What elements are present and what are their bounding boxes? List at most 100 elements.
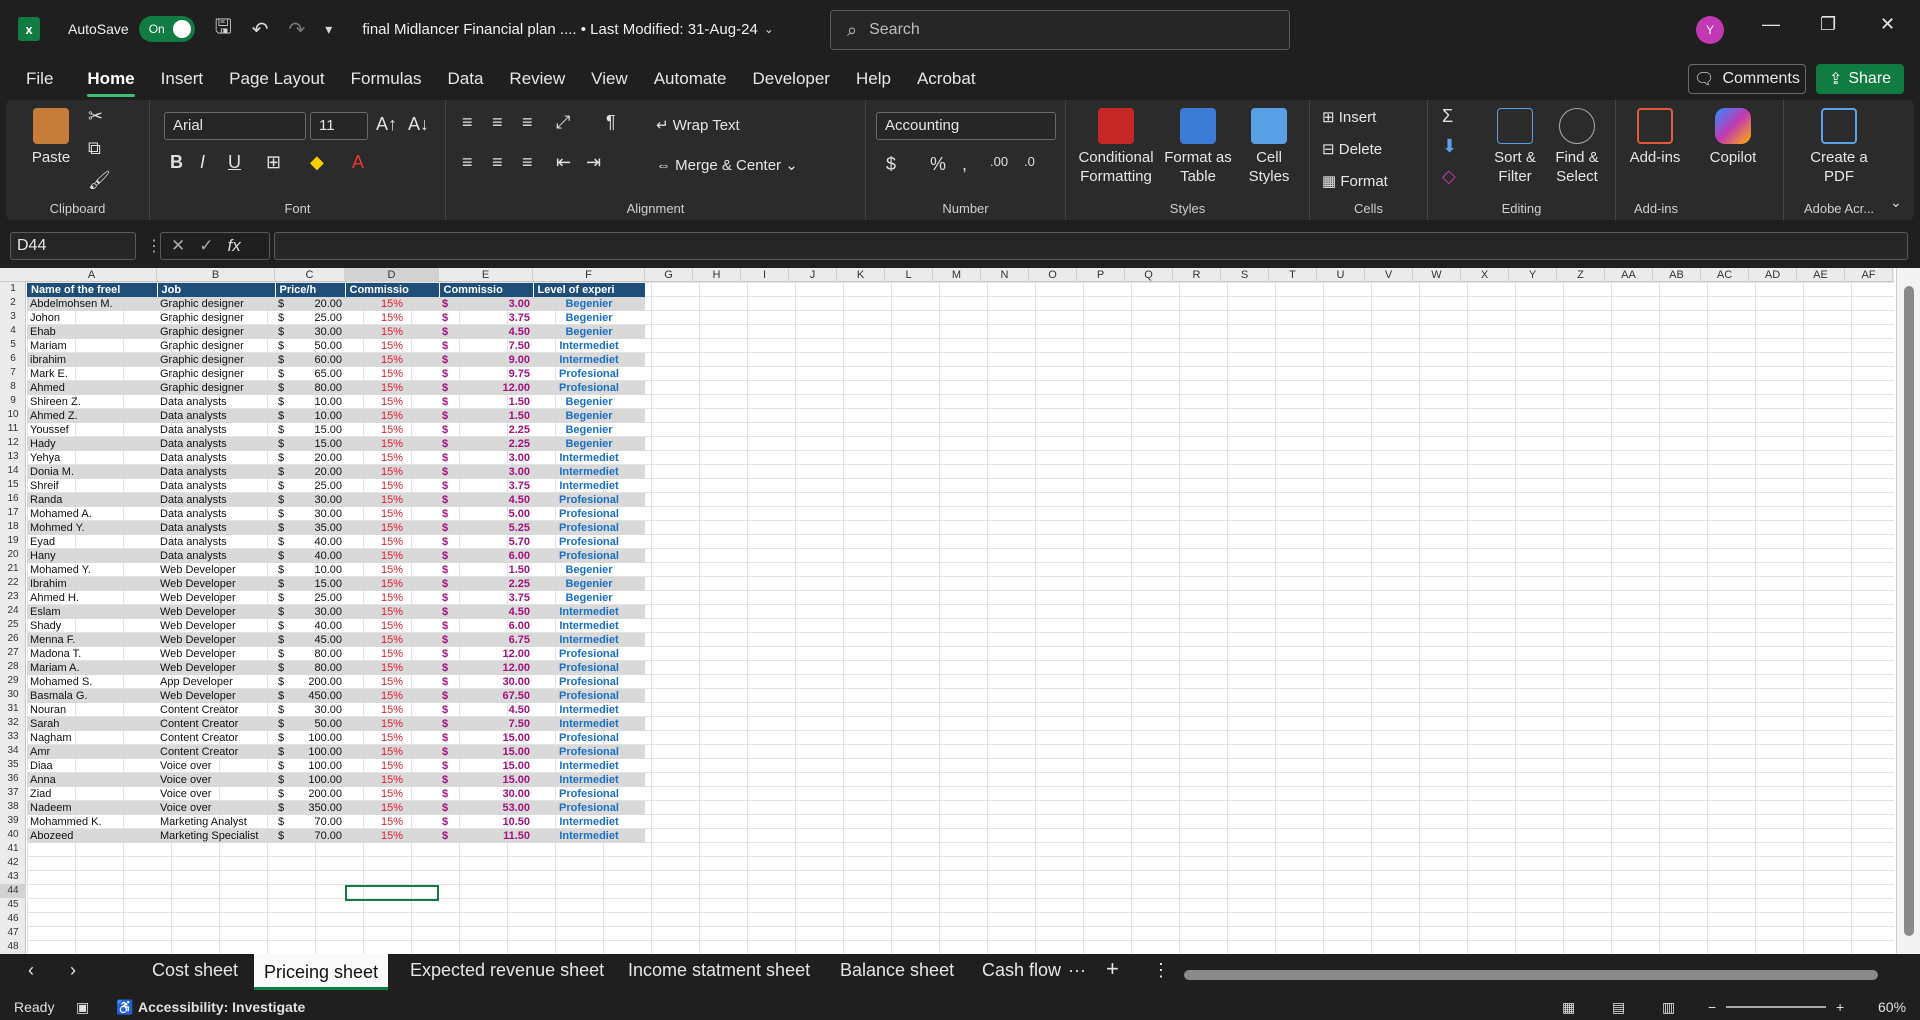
page-break-view-icon[interactable]: ▥ — [1662, 999, 1675, 1016]
insert-cells-button[interactable]: ⊞ Insert — [1322, 108, 1376, 127]
tab-expected-revenue-sheet[interactable]: Expected revenue sheet — [410, 960, 604, 981]
cell-level[interactable]: Profesional — [533, 661, 645, 675]
header-level[interactable]: Level of experi — [533, 283, 646, 297]
table-row[interactable]: Eslam Web Developer $30.00 15% $4.50 Intermed… — [27, 605, 645, 619]
format-cells-button[interactable]: ▦ Format — [1322, 172, 1388, 191]
cell-name[interactable]: Basmala G. — [27, 689, 157, 703]
cell-job[interactable]: Web Developer — [157, 591, 275, 605]
cell-name[interactable]: Youssef — [27, 423, 157, 437]
cell-job[interactable]: Data analysts — [157, 493, 275, 507]
cell-commission[interactable]: $5.70 — [439, 535, 533, 549]
cell-job[interactable]: Web Developer — [157, 605, 275, 619]
cell-price[interactable]: $40.00 — [275, 619, 345, 633]
comma-style-icon[interactable]: , — [962, 154, 967, 175]
table-row[interactable]: Ibrahim Web Developer $15.00 15% $2.25 Begeni… — [27, 577, 645, 591]
cell-job[interactable]: Voice over — [157, 773, 275, 787]
cell-commission-rate[interactable]: 15% — [345, 507, 439, 521]
tab-home[interactable]: Home — [87, 69, 135, 97]
row-header[interactable]: 29 — [0, 674, 26, 688]
cell-level[interactable]: Profesional — [533, 801, 645, 815]
cell-job[interactable]: Web Developer — [157, 619, 275, 633]
cell-job[interactable]: Graphic designer — [157, 367, 275, 381]
cell-job[interactable]: Web Developer — [157, 577, 275, 591]
cell-name[interactable]: Hady — [27, 437, 157, 451]
row-header[interactable]: 14 — [0, 464, 26, 478]
cell-name[interactable]: Shireen Z. — [27, 395, 157, 409]
cell-commission[interactable]: $5.25 — [439, 521, 533, 535]
cell-level[interactable]: Begenier — [533, 409, 645, 423]
cell-commission-rate[interactable]: 15% — [345, 465, 439, 479]
cell-price[interactable]: $100.00 — [275, 759, 345, 773]
table-row[interactable]: ibrahim Graphic designer $60.00 15% $9.00 Int… — [27, 353, 645, 367]
cell-commission[interactable]: $9.75 — [439, 367, 533, 381]
customize-toolbar-icon[interactable]: ▾ — [325, 21, 332, 38]
cell-name[interactable]: Mohamed A. — [27, 507, 157, 521]
cell-commission-rate[interactable]: 15% — [345, 535, 439, 549]
chevron-down-icon[interactable]: ⌄ — [764, 22, 774, 36]
tab-balance-sheet[interactable]: Balance sheet — [840, 960, 954, 981]
cell-name[interactable]: Eslam — [27, 605, 157, 619]
cell-level[interactable]: Intermediet — [533, 451, 645, 465]
cell-level[interactable]: Intermediet — [533, 829, 645, 843]
delete-cells-button[interactable]: ⊟ Delete — [1322, 140, 1382, 159]
cell-commission-rate[interactable]: 15% — [345, 633, 439, 647]
row-header[interactable]: 17 — [0, 506, 26, 520]
cell-name[interactable]: Mariam — [27, 339, 157, 353]
cell-commission[interactable]: $3.00 — [439, 297, 533, 311]
cell-price[interactable]: $80.00 — [275, 647, 345, 661]
cell-level[interactable]: Intermediet — [533, 479, 645, 493]
column-header[interactable]: X — [1461, 268, 1509, 282]
cell-price[interactable]: $30.00 — [275, 493, 345, 507]
cell-name[interactable]: Ahmed Z. — [27, 409, 157, 423]
header-commission[interactable]: Commissio — [439, 283, 534, 297]
column-header[interactable]: Y — [1509, 268, 1557, 282]
restore-icon[interactable]: ❐ — [1820, 14, 1836, 35]
cell-price[interactable]: $100.00 — [275, 731, 345, 745]
cell-commission[interactable]: $3.75 — [439, 591, 533, 605]
active-cell[interactable] — [345, 885, 439, 901]
table-row[interactable]: Anna Voice over $100.00 15% $15.00 Intermedie… — [27, 773, 645, 787]
cell-commission-rate[interactable]: 15% — [345, 367, 439, 381]
cell-level[interactable]: Profesional — [533, 381, 645, 395]
cell-commission[interactable]: $30.00 — [439, 675, 533, 689]
cell-level[interactable]: Intermediet — [533, 465, 645, 479]
cell-commission[interactable]: $67.50 — [439, 689, 533, 703]
cell-level[interactable]: Profesional — [533, 507, 645, 521]
zoom-in-icon[interactable]: + — [1836, 999, 1844, 1015]
cell-level[interactable]: Profesional — [533, 493, 645, 507]
cell-commission[interactable]: $53.00 — [439, 801, 533, 815]
header-commission-rate[interactable]: Commissio — [345, 283, 440, 297]
row-header[interactable]: 15 — [0, 478, 26, 492]
cell-job[interactable]: App Developer — [157, 675, 275, 689]
cell-commission-rate[interactable]: 15% — [345, 353, 439, 367]
column-header[interactable]: M — [933, 268, 981, 282]
table-row[interactable]: Shady Web Developer $40.00 15% $6.00 Intermed… — [27, 619, 645, 633]
cell-commission-rate[interactable]: 15% — [345, 409, 439, 423]
row-header[interactable]: 2 — [0, 296, 26, 310]
row-header[interactable]: 12 — [0, 436, 26, 450]
column-header[interactable]: B — [157, 268, 275, 282]
cell-commission-rate[interactable]: 15% — [345, 787, 439, 801]
cell-name[interactable]: Mohmed Y. — [27, 521, 157, 535]
cell-commission-rate[interactable]: 15% — [345, 325, 439, 339]
cell-level[interactable]: Begenier — [533, 395, 645, 409]
table-row[interactable]: Ahmed Z. Data analysts $10.00 15% $1.50 Begen… — [27, 409, 645, 423]
cell-level[interactable]: Begenier — [533, 297, 645, 311]
cell-commission-rate[interactable]: 15% — [345, 773, 439, 787]
cell-job[interactable]: Web Developer — [157, 647, 275, 661]
column-header[interactable]: V — [1365, 268, 1413, 282]
column-header[interactable]: F — [533, 268, 645, 282]
cell-name[interactable]: Eyad — [27, 535, 157, 549]
zoom-slider[interactable] — [1726, 1006, 1826, 1008]
fill-icon[interactable]: ⬇ — [1442, 136, 1457, 157]
find-select-button[interactable]: Find & Select — [1548, 108, 1606, 186]
cell-commission[interactable]: $10.50 — [439, 815, 533, 829]
cell-name[interactable]: ibrahim — [27, 353, 157, 367]
cell-name[interactable]: Ziad — [27, 787, 157, 801]
cell-name[interactable]: Hany — [27, 549, 157, 563]
column-header[interactable]: Q — [1125, 268, 1173, 282]
percent-icon[interactable]: % — [930, 154, 946, 175]
tab-cost-sheet[interactable]: Cost sheet — [152, 960, 238, 981]
table-row[interactable]: Randa Data analysts $30.00 15% $4.50 Profesio… — [27, 493, 645, 507]
table-row[interactable]: Ehab Graphic designer $30.00 15% $4.50 Begeni… — [27, 325, 645, 339]
